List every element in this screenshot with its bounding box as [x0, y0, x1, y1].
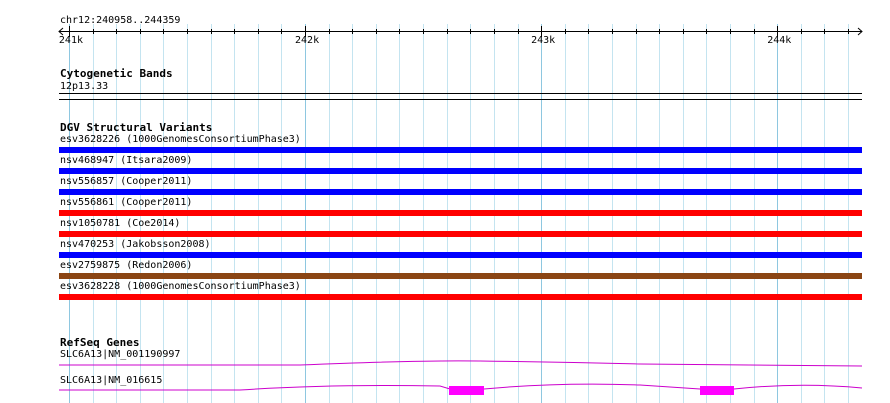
cytoband-outline-top — [59, 93, 862, 94]
gene-models[interactable] — [0, 355, 890, 403]
variant-bar[interactable] — [59, 147, 862, 153]
variant-label[interactable]: nsv1050781 (Coe2014) — [60, 218, 180, 229]
refseq-track-title: RefSeq Genes — [60, 336, 140, 349]
ruler-tick-label: 241k — [58, 35, 83, 46]
variant-label[interactable]: esv3628228 (1000GenomesConsortiumPhase3) — [60, 281, 301, 292]
variant-label[interactable]: nsv556857 (Cooper2011) — [60, 176, 192, 187]
variant-label[interactable]: nsv556861 (Cooper2011) — [60, 197, 192, 208]
variant-bar[interactable] — [59, 168, 862, 174]
ruler-tick-label: 243k — [531, 35, 556, 46]
variant-bar[interactable] — [59, 189, 862, 195]
gene-exon — [700, 386, 734, 395]
ruler-axis — [58, 26, 863, 37]
cytoband-label[interactable]: 12p13.33 — [60, 81, 108, 92]
variant-label[interactable]: nsv468947 (Itsara2009) — [60, 155, 192, 166]
variant-bar[interactable] — [59, 210, 862, 216]
gene-intron-line — [59, 360, 863, 367]
dgv-track-title: DGV Structural Variants — [60, 121, 213, 134]
ruler-tick-label: 242k — [295, 35, 320, 46]
variant-bar[interactable] — [59, 231, 862, 237]
variant-bar[interactable] — [59, 252, 862, 258]
variant-bar[interactable] — [59, 273, 862, 279]
ruler-tick-label: 244k — [767, 35, 792, 46]
variant-label[interactable]: esv2759875 (Redon2006) — [60, 260, 192, 271]
variant-bar[interactable] — [59, 294, 862, 300]
cytoband-track-title: Cytogenetic Bands — [60, 67, 173, 80]
variant-label[interactable]: nsv470253 (Jakobsson2008) — [60, 239, 211, 250]
variant-label[interactable]: esv3628226 (1000GenomesConsortiumPhase3) — [60, 134, 301, 145]
gene-exon — [449, 386, 484, 395]
cytoband-outline-bottom — [59, 99, 862, 100]
